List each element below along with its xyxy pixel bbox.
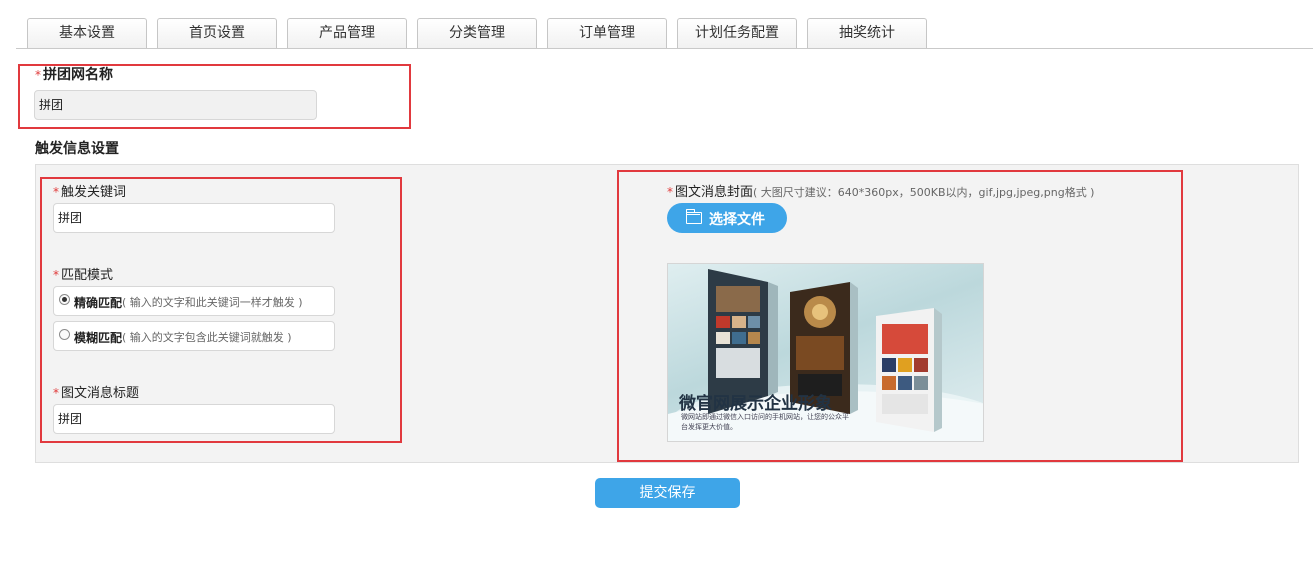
cover-image-subtitle: 微网站即通过微信入口访问的手机网站，让您的公众平台发挥更大价值。 [681, 413, 849, 431]
message-title-label: * 图文消息标题 [53, 386, 140, 401]
submit-save-button[interactable]: 提交保存 [595, 478, 740, 508]
match-exact-hint: ( 输入的文字和此关键词一样才触发 ) [122, 296, 303, 309]
tab-home-settings[interactable]: 首页设置 [157, 18, 277, 48]
keyword-label: * 触发关键词 [53, 185, 127, 200]
required-mark: * [35, 68, 41, 82]
tab-order-management[interactable]: 订单管理 [547, 18, 667, 48]
group-name-input[interactable]: 拼团 [34, 90, 317, 120]
tab-scheduled-tasks[interactable]: 计划任务配置 [677, 18, 797, 48]
required-mark: * [53, 185, 59, 199]
choose-file-label: 选择文件 [709, 212, 765, 228]
required-mark: * [667, 185, 673, 199]
tab-lottery-stats[interactable]: 抽奖统计 [807, 18, 927, 48]
folder-icon [685, 209, 702, 224]
tab-basic-settings[interactable]: 基本设置 [27, 18, 147, 48]
trigger-section-title: 触发信息设置 [35, 141, 119, 157]
cover-image-title: 微官网展示企业形象 [679, 394, 832, 414]
match-mode-label: * 匹配模式 [53, 268, 114, 283]
radio-checked-icon[interactable] [59, 294, 70, 305]
tab-product-management[interactable]: 产品管理 [287, 18, 407, 48]
cover-size-hint: ( 大图尺寸建议：640*360px，500KB以内，gif,jpg,jpeg,… [753, 186, 1095, 199]
tab-category-management[interactable]: 分类管理 [417, 18, 537, 48]
match-fuzzy-label: 模糊匹配 [74, 331, 123, 345]
tab-bar: 基本设置 首页设置 产品管理 分类管理 订单管理 计划任务配置 抽奖统计 [16, 10, 1313, 49]
group-name-label: * 拼团网名称 [35, 67, 113, 83]
match-fuzzy-option[interactable]: 模糊匹配 ( 输入的文字包含此关键词就触发 ) [53, 321, 335, 351]
required-mark: * [53, 268, 59, 282]
keyword-input[interactable]: 拼团 [53, 203, 335, 233]
match-fuzzy-hint: ( 输入的文字包含此关键词就触发 ) [122, 331, 292, 344]
choose-file-button[interactable]: 选择文件 [667, 203, 787, 233]
required-mark: * [53, 386, 59, 400]
cover-label: * 图文消息封面( 大图尺寸建议：640*360px，500KB以内，gif,jp… [667, 185, 1095, 200]
match-exact-label: 精确匹配 [74, 296, 123, 310]
message-title-input[interactable]: 拼团 [53, 404, 335, 434]
cover-image-preview: 微官网展示企业形象 微网站即通过微信入口访问的手机网站，让您的公众平台发挥更大价… [667, 263, 984, 442]
match-exact-option[interactable]: 精确匹配 ( 输入的文字和此关键词一样才触发 ) [53, 286, 335, 316]
radio-unchecked-icon[interactable] [59, 329, 70, 340]
